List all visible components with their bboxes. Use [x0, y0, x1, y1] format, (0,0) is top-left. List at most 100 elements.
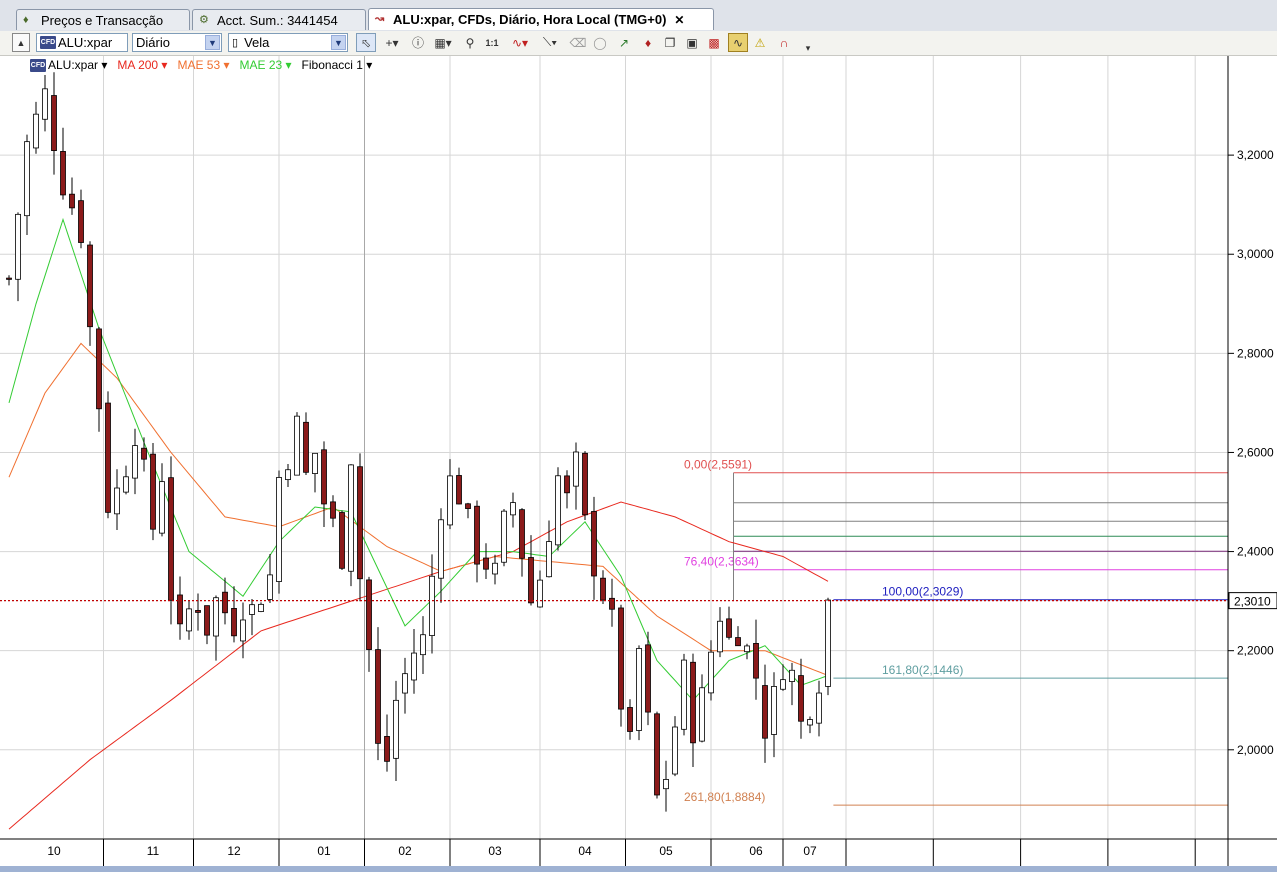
chart-axes: 2,0000 2,2000 2,4000 2,6000 2,8000 3,0000 3,20… [0, 56, 1277, 866]
x-tick-label: 06 [749, 844, 763, 858]
candle-body [402, 673, 408, 694]
candlestick-series [6, 72, 831, 812]
moving-average-lines [8, 217, 829, 830]
candle-body [267, 574, 273, 600]
candle-body [24, 141, 30, 217]
candle-body [114, 487, 120, 515]
candle-body [483, 557, 489, 570]
price-chart[interactable]: 0,00(2,5591) 76,40(2,3634) 100,00(2,3029) 1… [0, 0, 1277, 866]
candle-body [357, 466, 363, 580]
candle-body [546, 541, 552, 578]
candle-body [699, 687, 705, 742]
y-tick-label: 2,2000 [1237, 644, 1274, 658]
cfd-icon: CFD [30, 58, 46, 72]
candle-body [348, 464, 354, 572]
candle-body [519, 509, 525, 559]
candle-body [528, 557, 534, 604]
candle-body [573, 451, 579, 487]
candle-body [213, 597, 219, 637]
fibonacci-label: 261,80(1,8884) [684, 790, 765, 804]
chart-legend: CFD ALU:xpar ▾ MA 200 ▾ MAE 53 ▾ MAE 23 … [30, 57, 382, 73]
candle-body [780, 679, 786, 690]
y-tick-label: 3,2000 [1237, 148, 1274, 162]
candle-body [753, 643, 759, 679]
candle-body [303, 421, 309, 473]
candle-body [321, 449, 327, 505]
candle-body [231, 608, 237, 637]
candle-body [393, 699, 399, 759]
last-price-label: 2,3010 [1234, 595, 1271, 609]
candle-body [645, 644, 651, 713]
candle-body [456, 475, 462, 505]
candle-body [204, 605, 210, 636]
candle-body [411, 652, 417, 681]
candle-body [501, 510, 507, 563]
candle-body [537, 579, 543, 608]
chart-grid [0, 56, 1228, 839]
candle-body [798, 675, 804, 722]
candle-body [186, 608, 192, 632]
y-tick-label: 2,6000 [1237, 445, 1274, 459]
candle-body [195, 610, 201, 613]
candle-body [447, 475, 453, 526]
x-tick-label: 12 [227, 844, 241, 858]
candle-body [618, 607, 624, 710]
candle-body [762, 685, 768, 739]
candle-body [663, 779, 669, 790]
candle-body [168, 477, 174, 601]
candle-body [375, 649, 381, 744]
candle-body [249, 604, 255, 615]
candle-body [285, 469, 291, 481]
status-strip [0, 866, 1277, 872]
legend-instrument[interactable]: ALU:xpar ▾ [48, 58, 107, 72]
candle-body [330, 501, 336, 519]
candle-body [465, 503, 471, 509]
candle-body [384, 736, 390, 762]
candle-body [96, 328, 102, 410]
candle-body [429, 575, 435, 636]
legend-mae23[interactable]: MAE 23 ▾ [240, 58, 292, 72]
candle-body [636, 648, 642, 731]
candle-body [177, 594, 183, 625]
candle-body [240, 619, 246, 642]
candle-body [708, 651, 714, 694]
x-tick-label: 04 [578, 844, 592, 858]
x-tick-label: 11 [147, 844, 160, 858]
candle-body [276, 477, 282, 582]
candle-body [627, 707, 633, 732]
x-tick-label: 01 [317, 844, 331, 858]
candle-body [42, 88, 48, 120]
candle-body [69, 193, 75, 209]
legend-fibonacci[interactable]: Fibonacci 1 ▾ [302, 58, 373, 72]
candle-body [366, 579, 372, 650]
candle-body [771, 686, 777, 735]
candle-body [510, 502, 516, 516]
x-tick-label: 10 [47, 844, 61, 858]
candle-body [159, 481, 165, 534]
fibonacci-label: 0,00(2,5591) [684, 458, 752, 472]
candle-body [105, 402, 111, 513]
candle-body [294, 415, 300, 476]
series-line-ma-200 [8, 501, 829, 830]
candle-body [438, 519, 444, 579]
candle-body [672, 726, 678, 775]
candle-body [150, 453, 156, 530]
x-tick-label: 05 [659, 844, 673, 858]
candle-body [420, 634, 426, 656]
candle-body [609, 597, 615, 610]
candle-body [600, 577, 606, 601]
candle-body [555, 475, 561, 546]
x-tick-label: 02 [398, 844, 412, 858]
candle-body [735, 637, 741, 647]
candle-body [51, 95, 57, 152]
fibonacci-lines: 0,00(2,5591) 76,40(2,3634) 100,00(2,3029) 1… [684, 458, 1228, 806]
legend-ma200[interactable]: MA 200 ▾ [117, 58, 167, 72]
candle-body [591, 511, 597, 577]
candle-body [807, 719, 813, 726]
candle-body [33, 113, 39, 149]
candle-body [141, 447, 147, 460]
candle-body [690, 661, 696, 744]
legend-mae53[interactable]: MAE 53 ▾ [177, 58, 229, 72]
y-tick-label: 2,8000 [1237, 346, 1274, 360]
candle-body [222, 591, 228, 614]
